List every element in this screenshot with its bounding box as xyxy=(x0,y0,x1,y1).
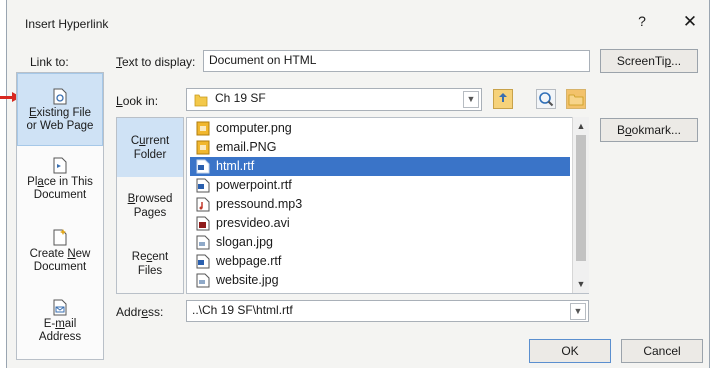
bookmark-button[interactable]: Bookmark... xyxy=(600,118,698,142)
list-item-selected[interactable]: html.rtf xyxy=(190,157,570,176)
rtf-file-icon xyxy=(196,254,210,269)
list-item[interactable]: website.jpg xyxy=(190,271,570,290)
folder-icon xyxy=(194,94,208,107)
look-in-subnav: Current Folder Browsed Pages Recent File… xyxy=(116,117,184,294)
scroll-down-icon[interactable]: ▼ xyxy=(573,277,589,291)
list-item[interactable]: presvideo.avi xyxy=(190,214,570,233)
current-folder-tab[interactable]: Current Folder xyxy=(117,118,183,177)
chevron-down-icon[interactable]: ▼ xyxy=(463,91,479,108)
link-to-place-in-document[interactable]: Place in This Document xyxy=(17,157,103,202)
image-file-icon xyxy=(196,273,210,288)
screentip-button[interactable]: ScreenTip... xyxy=(600,49,698,73)
look-in-label: Look in: xyxy=(116,94,159,108)
list-item[interactable]: powerpoint.rtf xyxy=(190,176,570,195)
cancel-button[interactable]: Cancel xyxy=(621,339,703,363)
up-one-folder-icon[interactable] xyxy=(493,89,513,109)
place-in-document-icon xyxy=(53,157,67,174)
image-file-icon xyxy=(196,235,210,250)
ok-button[interactable]: OK xyxy=(529,339,611,363)
link-to-existing-file[interactable]: Existing File or Web Page xyxy=(17,73,103,146)
place-in-document-label-1: Place in This xyxy=(27,176,93,188)
text-to-display-label: Text to display: xyxy=(116,55,196,69)
browse-web-icon[interactable] xyxy=(536,89,556,109)
create-new-document-icon xyxy=(53,229,67,246)
link-to-sidebar: Existing File or Web Page Place in This … xyxy=(16,72,104,360)
email-address-label-2: Address xyxy=(38,331,82,343)
list-item[interactable]: pressound.mp3 xyxy=(190,195,570,214)
look-in-dropdown[interactable]: Ch 19 SF ▼ xyxy=(186,88,482,111)
link-to-create-new-document[interactable]: Create New Document xyxy=(17,229,103,274)
video-file-icon xyxy=(196,216,210,231)
browse-file-icon[interactable] xyxy=(566,89,586,109)
list-item[interactable]: email.PNG xyxy=(190,138,570,157)
address-value: ..\Ch 19 SF\html.rtf xyxy=(192,303,293,317)
recent-files-tab[interactable]: Recent Files xyxy=(117,250,183,278)
link-to-email-address[interactable]: E-mail Address xyxy=(17,299,103,344)
help-button[interactable]: ? xyxy=(632,13,652,29)
audio-file-icon xyxy=(196,197,210,212)
png-file-icon xyxy=(196,121,210,136)
file-list: computer.png email.PNG html.rtf powerpoi… xyxy=(186,117,589,294)
text-to-display-input[interactable]: Document on HTML xyxy=(203,50,590,72)
existing-file-label-2: or Web Page xyxy=(26,120,94,132)
close-button[interactable]: ✕ xyxy=(679,12,701,32)
rtf-file-icon xyxy=(196,178,210,193)
file-list-scrollbar[interactable]: ▲ ▼ xyxy=(572,117,589,293)
existing-file-label-1: Existing File xyxy=(29,107,91,119)
list-item[interactable]: slogan.jpg xyxy=(190,233,570,252)
png-file-icon xyxy=(196,140,210,155)
create-new-document-label-2: Document xyxy=(33,261,87,273)
address-label: Address: xyxy=(116,305,164,319)
email-address-label-1: E-mail xyxy=(43,318,77,330)
scroll-thumb[interactable] xyxy=(576,135,586,261)
address-input[interactable]: ..\Ch 19 SF\html.rtf ▼ xyxy=(186,300,589,322)
create-new-document-label-1: Create New xyxy=(29,248,91,260)
scroll-up-icon[interactable]: ▲ xyxy=(573,119,589,133)
dialog-title: Insert Hyperlink xyxy=(25,17,109,31)
look-in-value: Ch 19 SF xyxy=(215,91,266,105)
list-item[interactable]: computer.png xyxy=(190,119,570,138)
email-address-icon xyxy=(53,299,67,316)
list-item[interactable]: webpage.rtf xyxy=(190,252,570,271)
rtf-file-icon xyxy=(196,159,210,174)
chevron-down-icon[interactable]: ▼ xyxy=(570,303,586,320)
place-in-document-label-2: Document xyxy=(33,189,87,201)
existing-file-icon xyxy=(53,88,67,105)
browsed-pages-tab[interactable]: Browsed Pages xyxy=(117,192,183,220)
link-to-label: Link to: xyxy=(30,55,69,69)
